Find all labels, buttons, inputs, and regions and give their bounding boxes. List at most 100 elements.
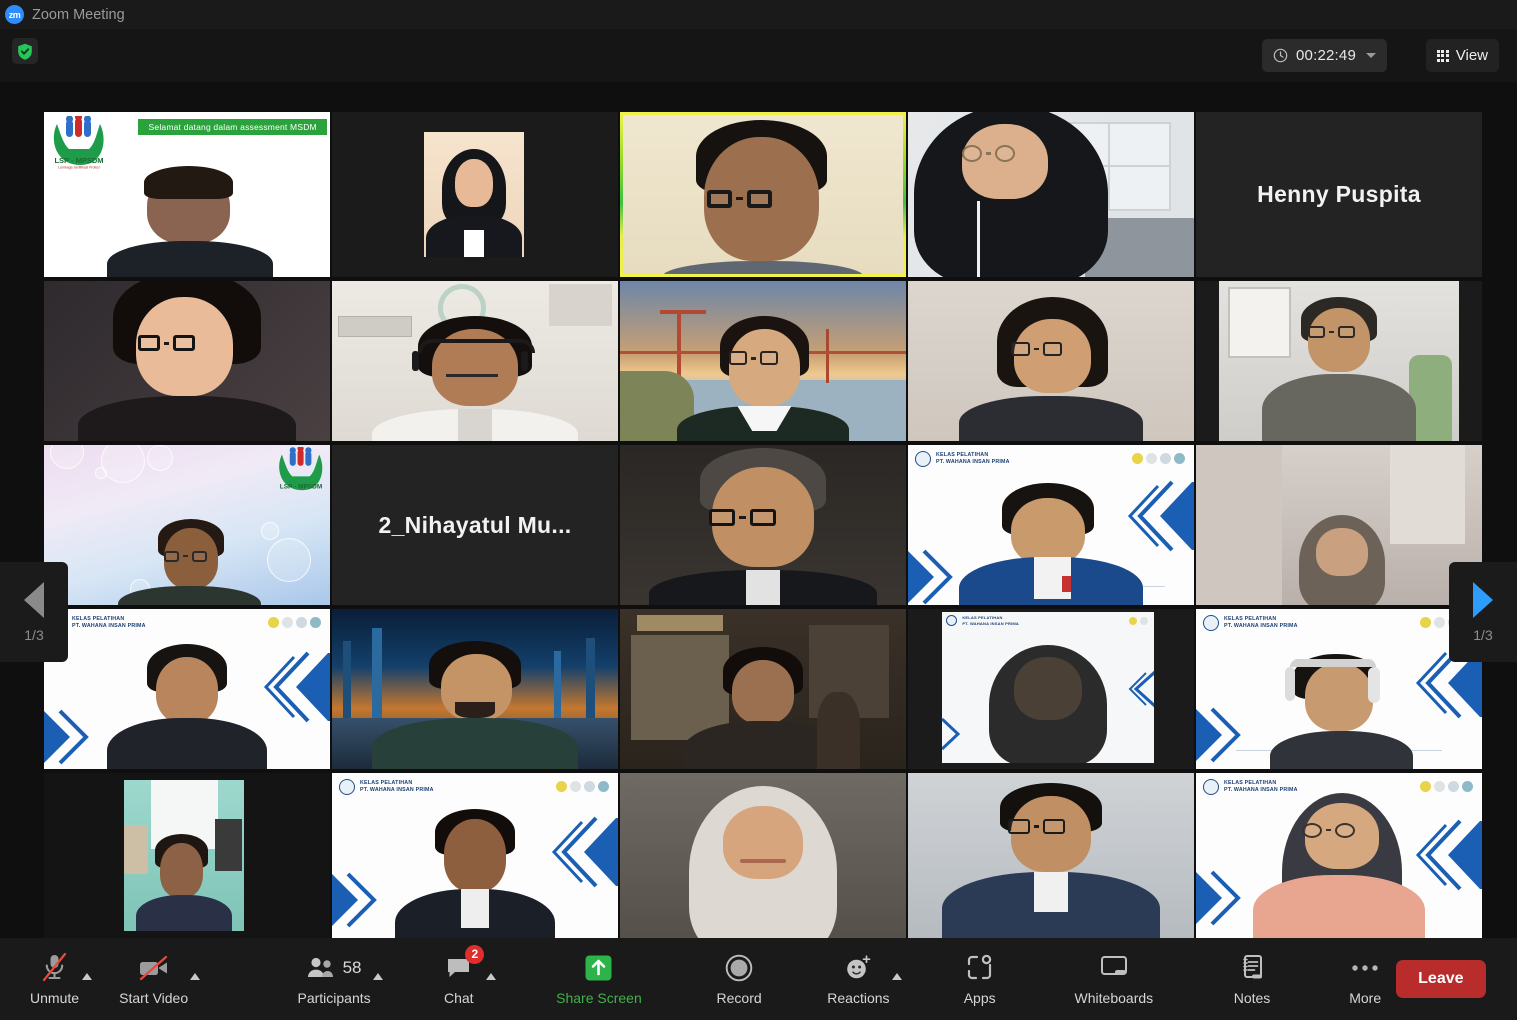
reactions-button[interactable]: Reactions	[823, 953, 893, 1006]
participant-video: KELAS PELATIHAN PT. WAHANA INSAN PRIMA	[1196, 609, 1482, 769]
wip-seal-icon	[946, 615, 958, 627]
video-tile[interactable]	[908, 281, 1194, 441]
view-layout-button[interactable]: View	[1425, 39, 1499, 72]
chevron-left-decor-icon	[1120, 480, 1194, 552]
video-tile[interactable]	[1196, 445, 1482, 605]
wip-logo: KELAS PELATIHAN PT. WAHANA INSAN PRIMA	[946, 615, 1020, 627]
grid-icon	[1436, 49, 1449, 62]
camera-off-icon	[138, 953, 170, 983]
video-control-group: Start Video	[115, 953, 201, 1006]
participant-video	[908, 773, 1194, 938]
wip-seal-icon	[1203, 615, 1219, 631]
unmute-button[interactable]: Unmute	[26, 953, 84, 1006]
participants-button[interactable]: 58 Participants	[293, 953, 374, 1006]
ellipsis-icon	[1350, 953, 1380, 983]
wip-logo: KELAS PELATIHAN PT. WAHANA INSAN PRIMA	[915, 451, 1010, 467]
participant-video	[44, 281, 330, 441]
wip-title-line1: KELAS PELATIHAN	[1224, 615, 1277, 622]
video-tile[interactable]	[44, 281, 330, 441]
video-tile-name-only[interactable]: 2_Nihayatul Mu...	[332, 445, 618, 605]
more-button[interactable]: More	[1334, 953, 1396, 1006]
video-tile[interactable]: KELAS PELATIHAN PT. WAHANA INSAN PRIMA	[332, 773, 618, 938]
record-button[interactable]: Record	[702, 953, 776, 1006]
svg-text:LSP - MPSDM: LSP - MPSDM	[54, 156, 103, 165]
wip-title-line1: KELAS PELATIHAN	[962, 615, 1003, 621]
video-tile[interactable]: KELAS PELATIHAN PT. WAHANA INSAN PRIMA	[1196, 609, 1482, 769]
smiley-plus-icon	[844, 953, 872, 983]
participant-video: KELAS PELATIHAN PT. WAHANA INSAN PRIMA	[908, 445, 1194, 605]
chevron-right-decor-icon	[332, 870, 394, 928]
share-screen-button[interactable]: Share Screen	[543, 953, 655, 1006]
video-tile[interactable]	[620, 281, 906, 441]
video-tile[interactable]: KELAS PELATIHAN PT. WAHANA INSAN PRIMA	[908, 445, 1194, 605]
participant-video	[332, 112, 618, 277]
chevron-right-decor-icon	[942, 717, 974, 751]
video-tile[interactable]: LSP - MPSDM Lembaga Sertifikasi Profesi …	[44, 112, 330, 277]
unmute-label: Unmute	[30, 989, 80, 1006]
video-tile[interactable]	[620, 445, 906, 605]
chevron-right-decor-icon	[44, 707, 106, 765]
participant-video: LSP - MPSDM Lembaga Sertifikasi Profesi …	[44, 112, 330, 277]
video-tile[interactable]	[620, 773, 906, 938]
participant-video: LSP - MPSDM	[44, 445, 330, 605]
meeting-timer[interactable]: 00:22:49	[1262, 39, 1387, 72]
video-tile[interactable]: LSP - MPSDM	[44, 445, 330, 605]
notes-button[interactable]: Notes	[1217, 953, 1287, 1006]
chevron-left-decor-icon	[544, 816, 618, 888]
video-tile[interactable]	[332, 281, 618, 441]
whiteboards-button[interactable]: Whiteboards	[1058, 953, 1170, 1006]
wip-title-line2: PT. WAHANA INSAN PRIMA	[1224, 787, 1298, 793]
video-tile[interactable]: KELAS PELATIHAN PT. WAHANA INSAN PRIMA	[44, 609, 330, 769]
wip-decor-dots	[556, 781, 609, 792]
video-tile-name-only[interactable]: Henny Puspita	[1196, 112, 1482, 277]
security-shield-button[interactable]	[12, 38, 38, 64]
video-tile[interactable]: KELAS PELATIHAN PT. WAHANA INSAN PRIMA	[908, 609, 1194, 769]
apps-button[interactable]: Apps	[949, 953, 1011, 1006]
chat-label: Chat	[444, 989, 474, 1006]
svg-text:LSP - MPSDM: LSP - MPSDM	[280, 483, 323, 490]
video-tile[interactable]	[1196, 281, 1482, 441]
video-tile[interactable]	[332, 112, 618, 277]
wip-decor-dots	[268, 617, 321, 628]
video-tile[interactable]: KELAS PELATIHAN PT. WAHANA INSAN PRIMA	[1196, 773, 1482, 938]
chevron-right-decor-icon	[1196, 868, 1258, 926]
mute-control-group: Unmute	[26, 953, 92, 1006]
video-tile[interactable]	[620, 609, 906, 769]
more-label: More	[1349, 989, 1382, 1006]
wip-title-line2: PT. WAHANA INSAN PRIMA	[936, 459, 1010, 465]
chat-button[interactable]: 2 Chat	[430, 944, 488, 1006]
start-video-button[interactable]: Start Video	[115, 953, 192, 1006]
view-button-label: View	[1455, 47, 1488, 64]
chevron-left-decor-icon	[1118, 669, 1154, 709]
wip-seal-icon	[915, 451, 931, 467]
video-tile[interactable]	[908, 773, 1194, 938]
wip-title-line2: PT. WAHANA INSAN PRIMA	[962, 620, 1020, 626]
participant-video: KELAS PELATIHAN PT. WAHANA INSAN PRIMA	[332, 773, 618, 938]
video-tile[interactable]	[908, 112, 1194, 277]
gallery-prev-page-button[interactable]: 1/3	[0, 562, 68, 662]
participants-icon: 58	[307, 953, 362, 983]
participants-count: 58	[342, 957, 362, 977]
lsp-mpsdm-logo-icon: LSP - MPSDM Lembaga Sertifikasi Profesi	[49, 113, 109, 172]
shield-check-icon	[18, 43, 32, 60]
gallery-page-indicator-right: 1/3	[1473, 626, 1493, 643]
notes-label: Notes	[1233, 989, 1271, 1006]
participant-video	[620, 281, 906, 441]
chevron-right-decor-icon	[1196, 705, 1258, 763]
gallery-next-page-button[interactable]: 1/3	[1449, 562, 1517, 662]
video-tile[interactable]	[332, 609, 618, 769]
leave-button[interactable]: Leave	[1396, 960, 1486, 998]
reactions-control-group: Reactions	[823, 953, 902, 1006]
meeting-header: 00:22:49 View	[0, 29, 1517, 82]
meeting-timer-value: 00:22:49	[1296, 47, 1356, 64]
wip-title-line2: PT. WAHANA INSAN PRIMA	[72, 623, 146, 629]
participant-video	[620, 445, 906, 605]
triangle-right-icon	[1473, 581, 1493, 618]
video-tile-active-speaker[interactable]	[620, 112, 906, 277]
window-title-bar: zm Zoom Meeting	[0, 0, 1517, 29]
chevron-down-icon[interactable]	[1366, 53, 1376, 58]
reactions-label: Reactions	[827, 989, 890, 1006]
video-tile[interactable]	[44, 773, 330, 938]
participant-video: KELAS PELATIHAN PT. WAHANA INSAN PRIMA	[44, 609, 330, 769]
participant-video	[44, 773, 330, 938]
